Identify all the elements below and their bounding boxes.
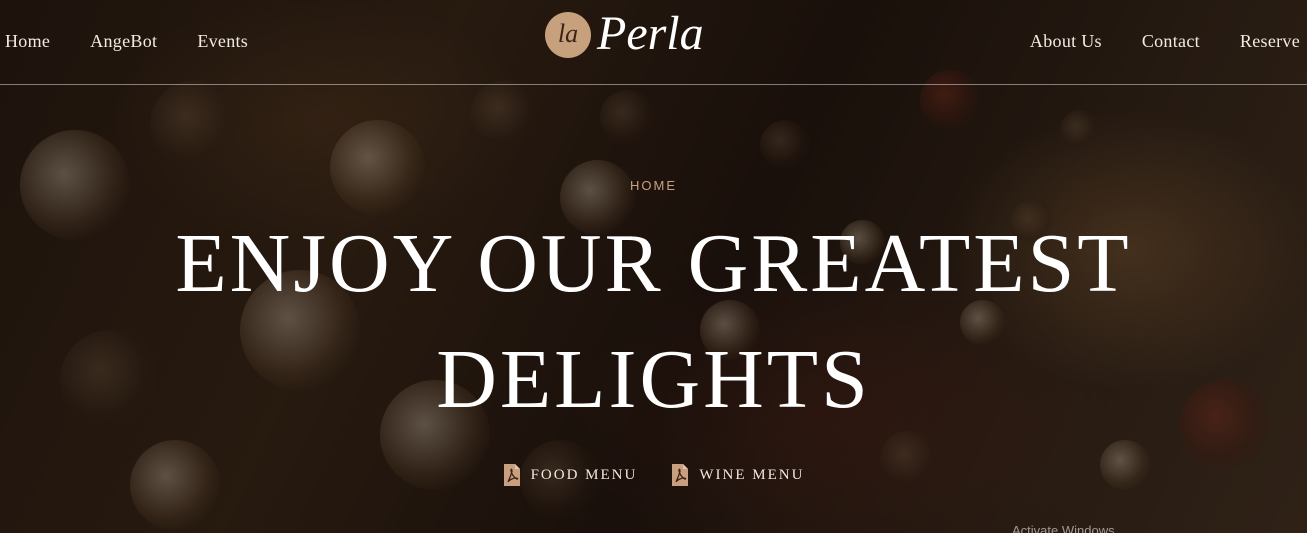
wine-menu-link[interactable]: WINE MENU <box>671 463 804 487</box>
nav-home[interactable]: Home <box>5 30 50 52</box>
menu-links: FOOD MENU WINE MENU <box>0 463 1307 487</box>
nav-events[interactable]: Events <box>197 30 248 52</box>
nav-left: Home AngeBot Events <box>5 30 288 52</box>
nav-angebot[interactable]: AngeBot <box>90 30 157 52</box>
activate-windows-text: Activate Windows <box>1012 523 1115 533</box>
breadcrumb: HOME <box>630 178 677 193</box>
site-logo[interactable]: la Perla <box>545 7 735 64</box>
pdf-icon <box>672 464 689 486</box>
hero-section: Home AngeBot Events la Perla About Us Co… <box>0 0 1307 533</box>
nav-about-us[interactable]: About Us <box>1030 30 1102 52</box>
pdf-icon <box>503 464 520 486</box>
site-header: Home AngeBot Events la Perla About Us Co… <box>0 0 1307 85</box>
logo-badge: la <box>545 12 591 58</box>
food-menu-link[interactable]: FOOD MENU <box>503 463 638 487</box>
wine-menu-label: WINE MENU <box>699 466 805 483</box>
nav-contact[interactable]: Contact <box>1142 30 1200 52</box>
hero-headline: ENJOY OUR GREATEST DELIGHTS <box>175 217 1132 426</box>
nav-right: About Us Contact Reserve <box>990 30 1300 52</box>
food-menu-label: FOOD MENU <box>530 466 638 483</box>
logo-wordmark: Perla <box>597 7 704 60</box>
nav-reserve[interactable]: Reserve <box>1240 30 1300 52</box>
